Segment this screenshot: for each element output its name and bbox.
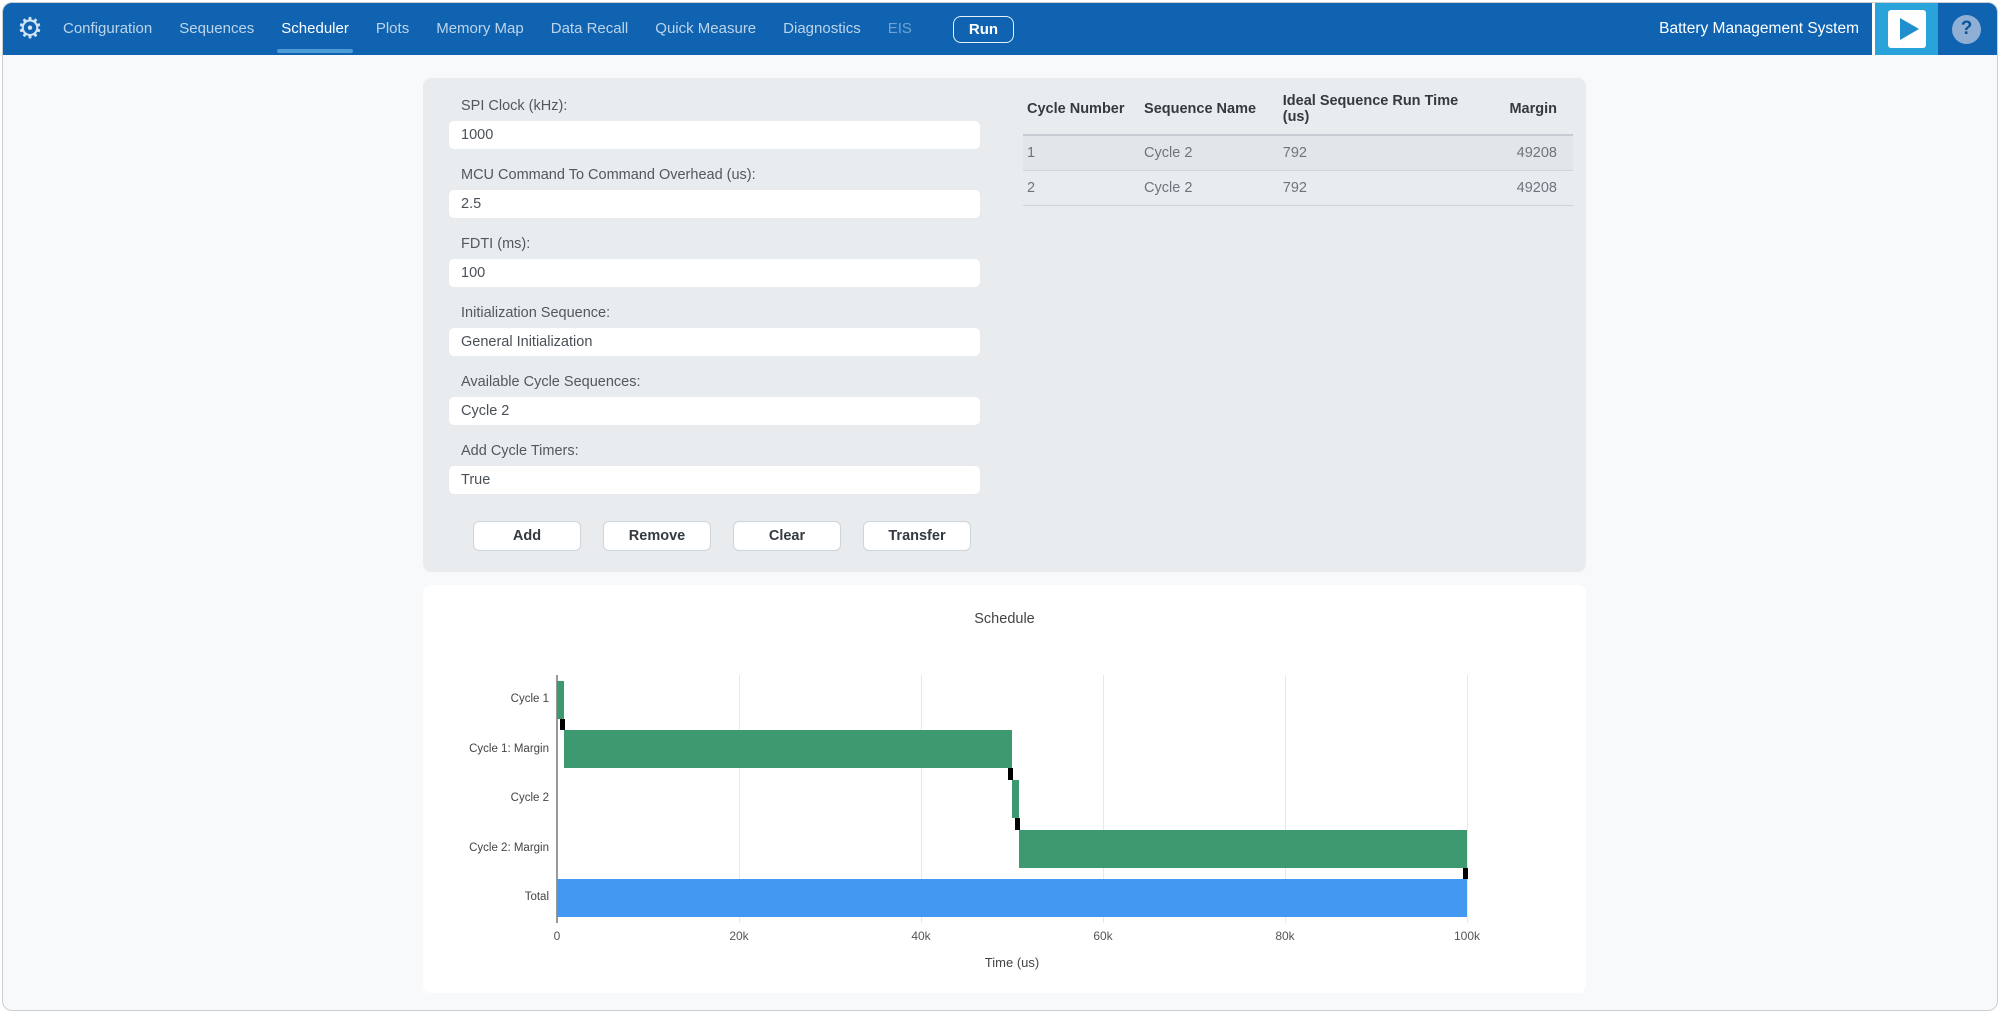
available-cycles-label: Available Cycle Sequences:	[461, 374, 981, 390]
cell-run-time: 792	[1279, 171, 1476, 206]
tab-eis: EIS	[888, 3, 912, 55]
chart-bar	[557, 879, 1467, 917]
plot-area	[557, 675, 1467, 923]
chart-x-tick-label: 100k	[1454, 929, 1480, 943]
app-title: Battery Management System	[1659, 20, 1872, 38]
tab-sequences[interactable]: Sequences	[179, 3, 254, 55]
transfer-button[interactable]: Transfer	[863, 521, 971, 551]
cell-cycle-number: 2	[1023, 171, 1140, 206]
spi-clock-label: SPI Clock (kHz):	[461, 98, 981, 114]
col-cycle-number: Cycle Number	[1023, 84, 1140, 135]
chart-category-label: Total	[423, 873, 553, 923]
spi-clock-input[interactable]	[448, 120, 981, 150]
field-init-sequence: Initialization Sequence:	[448, 305, 981, 357]
scheduler-settings-panel: SPI Clock (kHz): MCU Command To Command …	[423, 78, 1586, 572]
help-icon[interactable]: ?	[1952, 15, 1981, 44]
chart-connector	[1463, 868, 1468, 880]
chart-x-tick-label: 40k	[911, 929, 930, 943]
cell-cycle-number: 1	[1023, 135, 1140, 171]
chart-connector	[1008, 768, 1013, 780]
gear-icon[interactable]: ⚙	[17, 3, 43, 55]
col-sequence-name: Sequence Name	[1140, 84, 1279, 135]
chart-x-tick-label: 0	[554, 929, 561, 943]
cell-sequence-name: Cycle 2	[1140, 171, 1279, 206]
tab-quick-measure[interactable]: Quick Measure	[655, 3, 756, 55]
cell-margin: 49208	[1476, 135, 1573, 171]
nav-tabs: Configuration Sequences Scheduler Plots …	[63, 3, 939, 55]
tab-diagnostics[interactable]: Diagnostics	[783, 3, 861, 55]
chart-connector	[560, 719, 565, 731]
init-sequence-input[interactable]	[448, 327, 981, 357]
fdti-input[interactable]	[448, 258, 981, 288]
table-row[interactable]: 2 Cycle 2 792 49208	[1023, 171, 1573, 206]
navbar: ⚙ Configuration Sequences Scheduler Plot…	[3, 3, 1997, 55]
cycles-table-header: Cycle Number Sequence Name Ideal Sequenc…	[1023, 84, 1573, 135]
chart-x-tick-label: 20k	[729, 929, 748, 943]
cycles-table: Cycle Number Sequence Name Ideal Sequenc…	[1023, 84, 1573, 206]
y-axis-labels: Cycle 1Cycle 1: MarginCycle 2Cycle 2: Ma…	[423, 675, 553, 923]
chart-bar	[1012, 780, 1019, 818]
fdti-label: FDTI (ms):	[461, 236, 981, 252]
mcu-overhead-input[interactable]	[448, 189, 981, 219]
add-cycle-timers-input[interactable]	[448, 465, 981, 495]
remove-button[interactable]: Remove	[603, 521, 711, 551]
clear-button[interactable]: Clear	[733, 521, 841, 551]
add-button[interactable]: Add	[473, 521, 581, 551]
cell-run-time: 792	[1279, 135, 1476, 171]
run-button[interactable]: Run	[953, 16, 1014, 43]
cell-sequence-name: Cycle 2	[1140, 135, 1279, 171]
col-margin: Margin	[1476, 84, 1573, 135]
chart-bar	[564, 730, 1012, 768]
chart-x-tick-label: 80k	[1275, 929, 1294, 943]
play-icon	[1888, 10, 1926, 48]
field-spi-clock: SPI Clock (kHz):	[448, 98, 981, 150]
cell-margin: 49208	[1476, 171, 1573, 206]
chart-connector	[1015, 818, 1020, 830]
add-cycle-timers-label: Add Cycle Timers:	[461, 443, 981, 459]
table-row[interactable]: 1 Cycle 2 792 49208	[1023, 135, 1573, 171]
schedule-chart-card: Schedule Cycle 1Cycle 1: MarginCycle 2Cy…	[423, 585, 1586, 993]
field-mcu-overhead: MCU Command To Command Overhead (us):	[448, 167, 981, 219]
form-buttons: Add Remove Clear Transfer	[473, 521, 971, 551]
chart-x-tick-label: 60k	[1093, 929, 1112, 943]
available-cycles-input[interactable]	[448, 396, 981, 426]
tab-configuration[interactable]: Configuration	[63, 3, 152, 55]
chart-bar	[1019, 830, 1467, 868]
chart-bar	[557, 681, 564, 719]
app-window: ⚙ Configuration Sequences Scheduler Plot…	[2, 2, 1998, 1011]
play-button[interactable]	[1872, 3, 1938, 55]
chart-title: Schedule	[423, 611, 1586, 627]
chart-category-label: Cycle 1	[423, 675, 553, 725]
field-fdti: FDTI (ms):	[448, 236, 981, 288]
field-add-cycle-timers: Add Cycle Timers:	[448, 443, 981, 495]
tab-memory-map[interactable]: Memory Map	[436, 3, 524, 55]
tab-scheduler[interactable]: Scheduler	[281, 3, 349, 55]
tab-plots[interactable]: Plots	[376, 3, 409, 55]
mcu-overhead-label: MCU Command To Command Overhead (us):	[461, 167, 981, 183]
col-ideal-run-time: Ideal Sequence Run Time (us)	[1279, 84, 1476, 135]
chart-category-label: Cycle 1: Margin	[423, 725, 553, 775]
init-sequence-label: Initialization Sequence:	[461, 305, 981, 321]
chart-category-label: Cycle 2	[423, 774, 553, 824]
x-axis-title: Time (us)	[557, 955, 1467, 970]
chart-gridline	[1467, 675, 1468, 923]
field-available-cycles: Available Cycle Sequences:	[448, 374, 981, 426]
x-axis-ticks: 020k40k60k80k100k	[557, 929, 1467, 945]
chart-category-label: Cycle 2: Margin	[423, 824, 553, 874]
tab-data-recall[interactable]: Data Recall	[551, 3, 629, 55]
